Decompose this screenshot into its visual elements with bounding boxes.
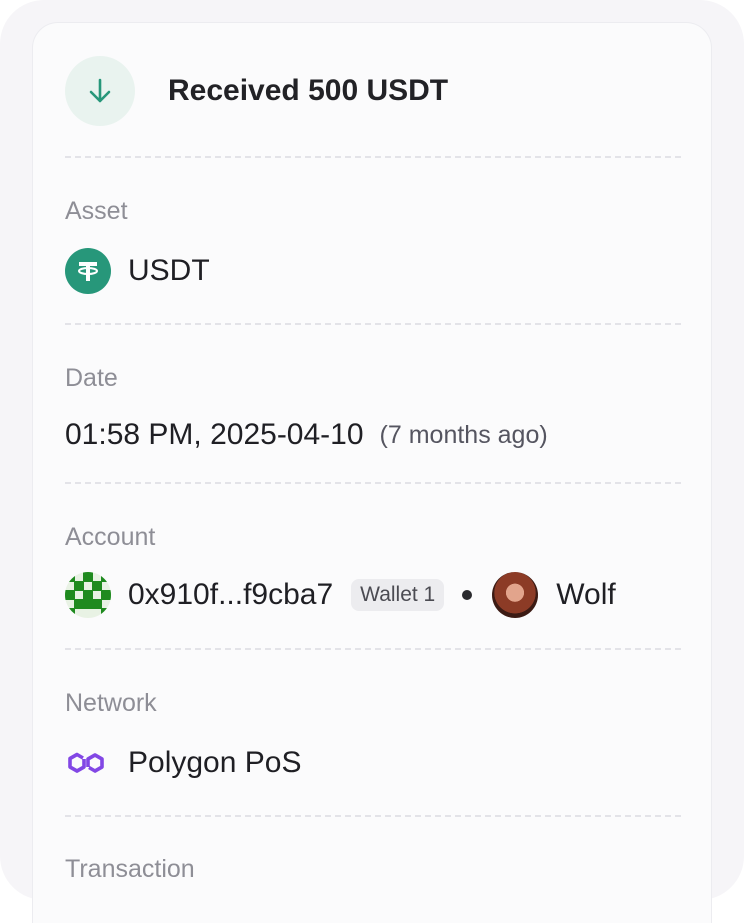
- contact-avatar: [492, 572, 539, 618]
- transaction-label: Transaction: [65, 855, 195, 883]
- received-badge: [65, 56, 135, 126]
- separator-dot: [462, 590, 473, 600]
- account-address: 0x910f...f9cba7: [128, 578, 334, 611]
- asset-row[interactable]: USDT: [65, 248, 210, 294]
- account-label: Account: [65, 523, 156, 551]
- network-label: Network: [65, 689, 157, 717]
- identicon-avatar: [65, 572, 111, 618]
- divider: [65, 648, 681, 650]
- network-row[interactable]: Polygon PoS: [65, 740, 301, 786]
- date-label: Date: [65, 364, 118, 392]
- tether-icon: [65, 248, 111, 294]
- wallet-badge: Wallet 1: [351, 579, 445, 611]
- divider: [65, 815, 681, 817]
- divider: [65, 323, 681, 325]
- date-value: 01:58 PM, 2025-04-10: [65, 418, 364, 451]
- asset-name: USDT: [128, 254, 210, 287]
- divider: [65, 156, 681, 158]
- transaction-title: Received 500 USDT: [168, 74, 449, 107]
- divider: [65, 482, 681, 484]
- account-row[interactable]: 0x910f...f9cba7 Wallet 1 Wolf: [65, 572, 616, 618]
- date-row: 01:58 PM, 2025-04-10 (7 months ago): [65, 415, 548, 455]
- polygon-icon: [68, 752, 104, 773]
- transaction-header: Received 500 USDT: [65, 55, 685, 127]
- date-relative: (7 months ago): [379, 420, 548, 449]
- asset-label: Asset: [65, 197, 128, 225]
- contact-name: Wolf: [556, 578, 616, 611]
- arrow-down-icon: [89, 78, 111, 103]
- network-name: Polygon PoS: [128, 746, 302, 779]
- transaction-details-card: Received 500 USDT Asset USDT Date 01:58 …: [32, 22, 712, 923]
